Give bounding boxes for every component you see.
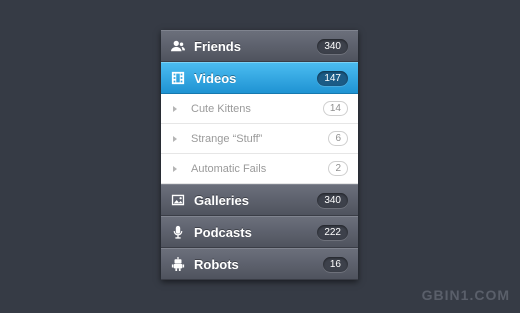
sidebar-menu: Friends 340 Videos 147 Cute Kittens 14 S… xyxy=(161,30,358,280)
menu-item-podcasts[interactable]: Podcasts 222 xyxy=(161,216,358,248)
menu-item-friends[interactable]: Friends 340 xyxy=(161,30,358,62)
submenu-item-automatic-fails[interactable]: Automatic Fails 2 xyxy=(161,154,358,184)
submenu-item-label: Strange “Stuff” xyxy=(191,132,263,145)
count-badge: 340 xyxy=(317,192,348,208)
users-icon xyxy=(170,38,186,54)
count-badge: 2 xyxy=(328,161,348,176)
submenu-item-cute-kittens[interactable]: Cute Kittens 14 xyxy=(161,94,358,124)
menu-item-videos[interactable]: Videos 147 xyxy=(161,62,358,94)
play-arrow-icon xyxy=(173,105,177,112)
count-badge: 222 xyxy=(317,224,348,240)
menu-item-galleries[interactable]: Galleries 340 xyxy=(161,184,358,216)
submenu-item-label: Cute Kittens xyxy=(191,102,251,115)
menu-item-label: Podcasts xyxy=(194,224,252,240)
film-icon xyxy=(170,70,186,86)
menu-item-label: Friends xyxy=(194,38,241,54)
play-arrow-icon xyxy=(173,135,177,142)
count-badge: 147 xyxy=(317,70,348,86)
microphone-icon xyxy=(170,224,186,240)
count-badge: 6 xyxy=(328,131,348,146)
menu-item-robots[interactable]: Robots 16 xyxy=(161,248,358,280)
count-badge: 340 xyxy=(317,38,348,54)
count-badge: 14 xyxy=(322,101,348,116)
robot-icon xyxy=(170,256,186,272)
menu-item-label: Galleries xyxy=(194,192,249,208)
menu-item-label: Videos xyxy=(194,70,237,86)
count-badge: 16 xyxy=(322,256,348,272)
watermark-text: GBIN1.COM xyxy=(421,287,510,303)
submenu-item-strange-stuff[interactable]: Strange “Stuff” 6 xyxy=(161,124,358,154)
play-arrow-icon xyxy=(173,165,177,172)
menu-item-label: Robots xyxy=(194,256,239,272)
image-icon xyxy=(170,192,186,208)
submenu-item-label: Automatic Fails xyxy=(191,162,267,175)
